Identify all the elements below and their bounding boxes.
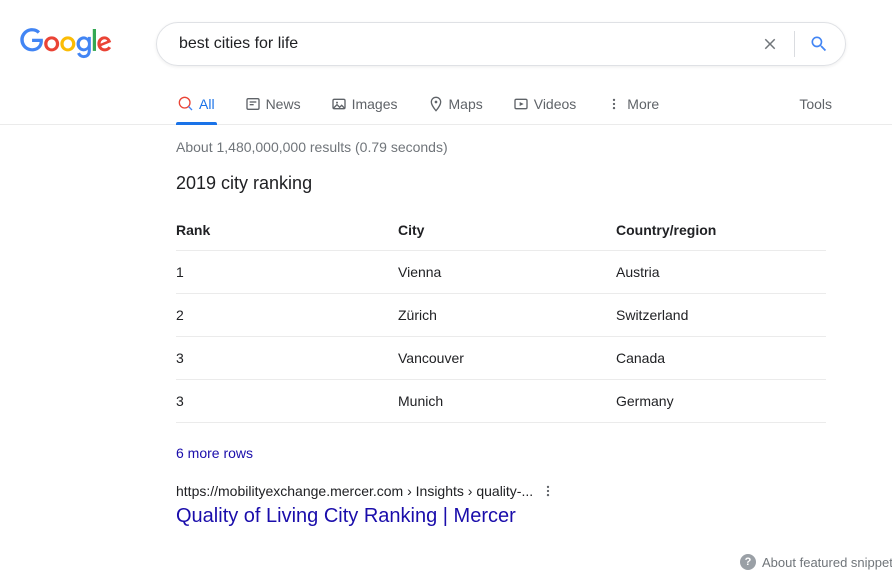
header: All News Images Maps Videos bbox=[0, 0, 892, 125]
tab-maps[interactable]: Maps bbox=[426, 88, 485, 124]
about-label: About featured snippets bbox=[762, 555, 892, 570]
cell-rank: 2 bbox=[176, 294, 398, 337]
result-stats: About 1,480,000,000 results (0.79 second… bbox=[176, 139, 832, 155]
tab-news-label: News bbox=[266, 96, 301, 112]
col-city: City bbox=[398, 212, 616, 251]
result-cite-text: https://mobilityexchange.mercer.com › In… bbox=[176, 483, 533, 499]
search-mini-icon bbox=[178, 96, 194, 112]
table-row: 3 Munich Germany bbox=[176, 380, 826, 423]
tab-videos[interactable]: Videos bbox=[511, 88, 579, 124]
google-logo[interactable] bbox=[20, 28, 112, 59]
search-bar bbox=[156, 22, 846, 66]
more-rows-link[interactable]: 6 more rows bbox=[176, 445, 832, 461]
result-cite: https://mobilityexchange.mercer.com › In… bbox=[176, 483, 832, 499]
more-dots-icon bbox=[606, 96, 622, 112]
table-row: 1 Vienna Austria bbox=[176, 251, 826, 294]
cell-country: Germany bbox=[616, 380, 826, 423]
cell-rank: 3 bbox=[176, 337, 398, 380]
featured-snippet-heading: 2019 city ranking bbox=[176, 173, 832, 194]
result-title-link[interactable]: Quality of Living City Ranking | Mercer bbox=[176, 505, 832, 528]
tab-news[interactable]: News bbox=[243, 88, 303, 124]
cell-city: Munich bbox=[398, 380, 616, 423]
table-row: 2 Zürich Switzerland bbox=[176, 294, 826, 337]
cell-city: Vancouver bbox=[398, 337, 616, 380]
cell-city: Vienna bbox=[398, 251, 616, 294]
divider bbox=[794, 31, 795, 57]
table-row: 3 Vancouver Canada bbox=[176, 337, 826, 380]
tabs-row: All News Images Maps Videos bbox=[0, 88, 892, 125]
tab-maps-label: Maps bbox=[449, 96, 483, 112]
col-rank: Rank bbox=[176, 212, 398, 251]
tab-more-label: More bbox=[627, 96, 659, 112]
cell-city: Zürich bbox=[398, 294, 616, 337]
news-icon bbox=[245, 96, 261, 112]
tab-all[interactable]: All bbox=[176, 88, 217, 124]
tab-all-label: All bbox=[199, 96, 215, 112]
col-country: Country/region bbox=[616, 212, 826, 251]
images-icon bbox=[331, 96, 347, 112]
search-icon[interactable] bbox=[807, 32, 831, 56]
cell-country: Austria bbox=[616, 251, 826, 294]
tab-more[interactable]: More bbox=[604, 88, 661, 124]
about-featured-snippets-link[interactable]: ? About featured snippets bbox=[740, 554, 892, 570]
cell-country: Switzerland bbox=[616, 294, 826, 337]
tools-link[interactable]: Tools bbox=[799, 88, 832, 124]
cell-country: Canada bbox=[616, 337, 826, 380]
tab-videos-label: Videos bbox=[534, 96, 577, 112]
search-input[interactable] bbox=[177, 34, 758, 54]
videos-icon bbox=[513, 96, 529, 112]
tab-images-label: Images bbox=[352, 96, 398, 112]
tab-images[interactable]: Images bbox=[329, 88, 400, 124]
cell-rank: 3 bbox=[176, 380, 398, 423]
featured-snippet-table: Rank City Country/region 1 Vienna Austri… bbox=[176, 212, 826, 423]
featured-snippet-footer: ? About featured snippets • Feedback bbox=[176, 554, 892, 576]
clear-icon[interactable] bbox=[758, 32, 782, 56]
results: About 1,480,000,000 results (0.79 second… bbox=[0, 125, 832, 576]
cell-rank: 1 bbox=[176, 251, 398, 294]
help-icon: ? bbox=[740, 554, 756, 570]
maps-icon bbox=[428, 96, 444, 112]
result-menu-icon[interactable] bbox=[541, 484, 555, 498]
